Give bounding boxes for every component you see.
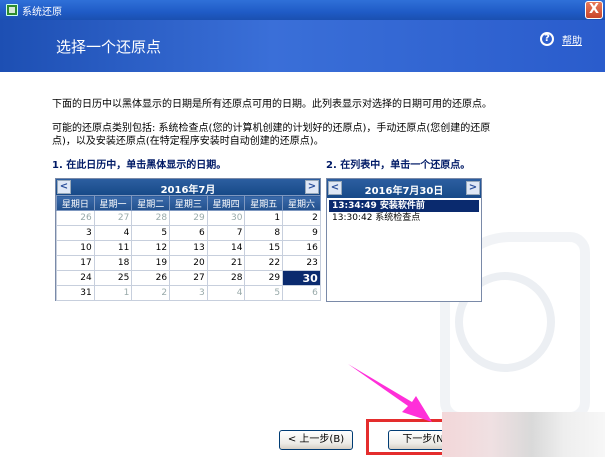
calendar-day[interactable]: 30 bbox=[206, 210, 246, 226]
calendar-week-row: 24 25 26 27 28 29 30 bbox=[56, 270, 321, 286]
calendar-month-label: 2016年7月 bbox=[160, 185, 216, 196]
calendar-weekday-header: 星期二 bbox=[131, 195, 171, 211]
description-text-2: 可能的还原点类别包括: 系统检查点(您的计算机创建的计划好的还原点)，手动还原点… bbox=[52, 123, 491, 147]
back-button[interactable]: < 上一步(B) bbox=[279, 430, 353, 450]
calendar-day-selected[interactable]: 30 bbox=[282, 270, 321, 286]
calendar-day[interactable]: 2 bbox=[282, 210, 321, 226]
calendar-day[interactable]: 5 bbox=[244, 285, 284, 301]
calendar-day[interactable]: 24 bbox=[56, 270, 95, 286]
calendar-weekday-header: 星期日 bbox=[56, 195, 95, 211]
calendar-day[interactable]: 15 bbox=[244, 240, 284, 256]
calendar-day[interactable]: 9 bbox=[282, 225, 321, 241]
calendar-day[interactable]: 3 bbox=[56, 225, 95, 241]
calendar-day[interactable]: 4 bbox=[93, 225, 133, 241]
calendar-day[interactable]: 11 bbox=[93, 240, 133, 256]
calendar-week-row: 26 27 28 29 30 1 2 bbox=[56, 210, 321, 226]
calendar-day[interactable]: 13 bbox=[169, 240, 208, 256]
calendar-day[interactable]: 22 bbox=[244, 255, 284, 271]
calendar-day[interactable]: 27 bbox=[169, 270, 208, 286]
calendar-day[interactable]: 17 bbox=[56, 255, 95, 271]
calendar-header: < 2016年7月 > bbox=[56, 179, 320, 196]
calendar-next-month-button[interactable]: > bbox=[305, 180, 319, 194]
calendar-day[interactable]: 6 bbox=[282, 285, 321, 301]
calendar-day[interactable]: 29 bbox=[244, 270, 284, 286]
calendar-day[interactable]: 4 bbox=[206, 285, 246, 301]
annotation-arrow-icon bbox=[348, 364, 432, 422]
calendar-week-row: 3456789 bbox=[56, 225, 321, 241]
calendar-day[interactable]: 28 bbox=[131, 210, 171, 226]
close-button[interactable]: X bbox=[585, 1, 603, 19]
calendar-day[interactable]: 26 bbox=[56, 210, 95, 226]
calendar-day[interactable]: 19 bbox=[131, 255, 171, 271]
title-bar: 系统还原 X bbox=[0, 0, 605, 20]
restore-point-date-label: 2016年7月30日 bbox=[364, 186, 444, 197]
calendar-day[interactable]: 23 bbox=[282, 255, 321, 271]
calendar-weekday-header: 星期五 bbox=[244, 195, 284, 211]
restore-point-list-panel: < 2016年7月30日 > 13:34:49 安装软件前 13:30:42 系统… bbox=[326, 178, 482, 302]
calendar-day[interactable]: 28 bbox=[206, 270, 246, 286]
calendar-day[interactable]: 5 bbox=[131, 225, 171, 241]
restore-point-item[interactable]: 13:34:49 安装软件前 bbox=[329, 200, 479, 212]
restore-point-next-day-button[interactable]: > bbox=[466, 181, 480, 195]
calendar-day[interactable]: 29 bbox=[169, 210, 208, 226]
calendar-day[interactable]: 12 bbox=[131, 240, 171, 256]
calendar-day[interactable]: 3 bbox=[169, 285, 208, 301]
calendar-week-row: 17 18 19 20 21 22 23 bbox=[56, 255, 321, 271]
calendar: < 2016年7月 > 星期日 星期一 星期二 星期三 星期四 星期五 星期六 26 27 28… bbox=[55, 178, 321, 301]
page-title: 选择一个还原点 bbox=[56, 38, 162, 56]
calendar-weekday-header: 星期四 bbox=[206, 195, 246, 211]
restore-point-item[interactable]: 13:30:42 系统检查点 bbox=[329, 212, 479, 224]
step1-instruction: 1. 在此日历中，单击黑体显示的日期。 bbox=[52, 160, 227, 171]
calendar-week-row: 10 11 12 13 14 15 16 bbox=[56, 240, 321, 256]
calendar-weekday-header: 星期三 bbox=[169, 195, 208, 211]
calendar-day[interactable]: 1 bbox=[244, 210, 284, 226]
calendar-grid: 星期日 星期一 星期二 星期三 星期四 星期五 星期六 26 27 28 29 30 1 2 3 4 5 6 7 8… bbox=[56, 195, 321, 301]
calendar-weekday-header: 星期六 bbox=[282, 195, 321, 211]
calendar-weekday-header: 星期一 bbox=[93, 195, 133, 211]
calendar-day[interactable]: 25 bbox=[93, 270, 133, 286]
restore-point-list-header: < 2016年7月30日 > bbox=[327, 179, 481, 198]
calendar-week-row: 31 1 2 3 4 5 6 bbox=[56, 285, 321, 301]
header-band: 选择一个还原点 ? 帮助 bbox=[0, 20, 605, 72]
calendar-day[interactable]: 31 bbox=[56, 285, 95, 301]
calendar-day[interactable]: 18 bbox=[93, 255, 133, 271]
calendar-day[interactable]: 2 bbox=[131, 285, 171, 301]
calendar-day[interactable]: 20 bbox=[169, 255, 208, 271]
calendar-day[interactable]: 16 bbox=[282, 240, 321, 256]
description-text-1: 下面的日历中以黑体显示的日期是所有还原点可用的日期。此列表显示对选择的日期可用的… bbox=[52, 99, 492, 110]
restore-point-list[interactable]: 13:34:49 安装软件前 13:30:42 系统检查点 bbox=[329, 200, 479, 224]
calendar-day[interactable]: 27 bbox=[93, 210, 133, 226]
wizard-content: 下面的日历中以黑体显示的日期是所有还原点可用的日期。此列表显示对选择的日期可用的… bbox=[0, 72, 605, 462]
step2-instruction: 2. 在列表中，单击一个还原点。 bbox=[326, 160, 471, 171]
calendar-day[interactable]: 10 bbox=[56, 240, 95, 256]
calendar-day[interactable]: 21 bbox=[206, 255, 246, 271]
redacted-watermark bbox=[442, 412, 605, 457]
window-title: 系统还原 bbox=[22, 6, 62, 18]
help-link[interactable]: 帮助 bbox=[562, 32, 582, 47]
calendar-day[interactable]: 14 bbox=[206, 240, 246, 256]
system-restore-app-icon bbox=[6, 4, 18, 16]
calendar-day[interactable]: 1 bbox=[93, 285, 133, 301]
calendar-day[interactable]: 6 bbox=[169, 225, 208, 241]
help-icon[interactable]: ? bbox=[540, 32, 554, 46]
calendar-day[interactable]: 7 bbox=[206, 225, 246, 241]
calendar-day[interactable]: 26 bbox=[131, 270, 171, 286]
calendar-day[interactable]: 8 bbox=[244, 225, 284, 241]
